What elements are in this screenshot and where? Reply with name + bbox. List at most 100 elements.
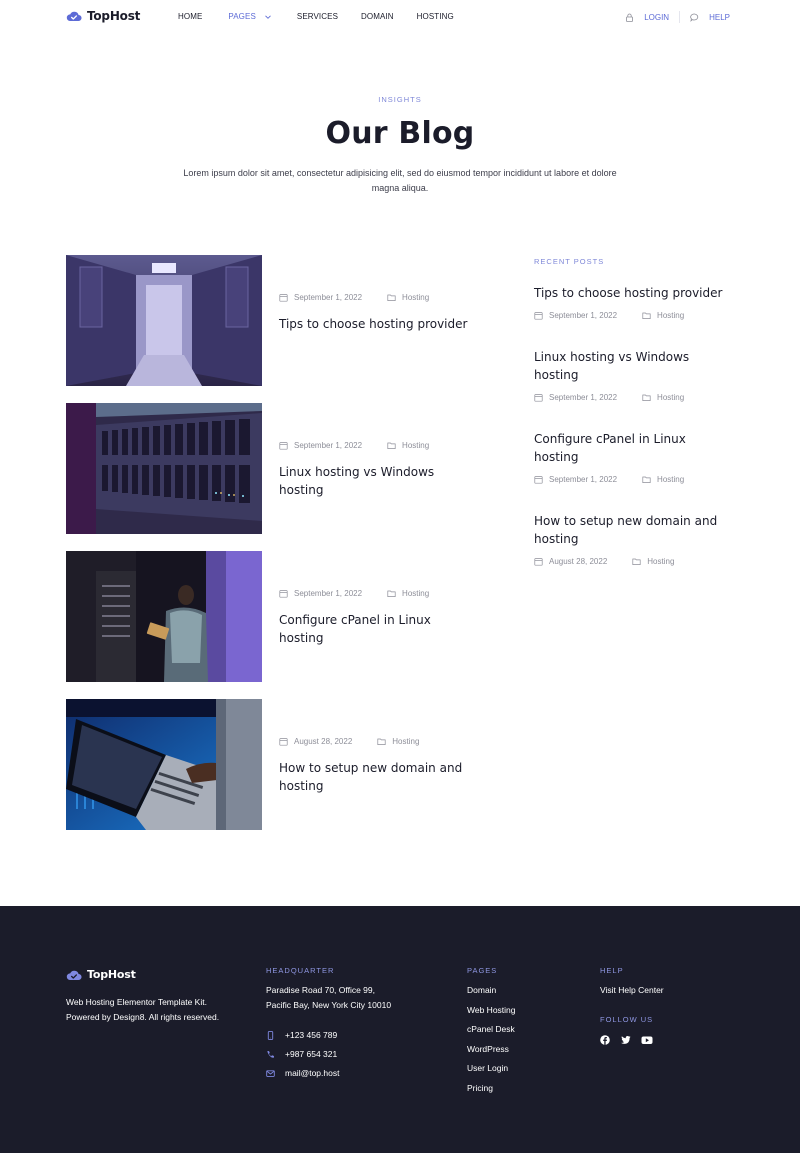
phone-icon [267,1050,274,1058]
phone-2: +987 654 321 [285,1049,338,1059]
recent-post-date: September 1, 2022 [549,311,618,320]
recent-post-category-link[interactable]: Hosting [642,475,684,484]
nav-hosting[interactable]: HOSTING [417,12,454,21]
calendar-icon [534,312,543,320]
calendar-icon [534,394,543,402]
folder-icon [387,590,396,597]
footer-brand-name: TopHost [87,968,136,981]
footer-link-user-login[interactable]: User Login [467,1063,508,1073]
post-category: Hosting [402,293,430,302]
site-header: TopHost HOME PAGES SERVICES DOMAIN HOSTI… [0,0,800,36]
blog-post-card: September 1, 2022 Hosting Linux hosting … [66,403,486,534]
phone-link-2[interactable]: +987 654 321 [266,1049,337,1059]
login-link[interactable]: LOGIN [625,13,669,22]
recent-post-category-link[interactable]: Hosting [642,311,684,320]
help-link[interactable]: HELP [690,13,730,22]
calendar-icon [534,476,543,484]
help-label: HELP [709,12,730,22]
cloud-check-icon [66,970,82,980]
main-nav: HOME PAGES SERVICES DOMAIN HOSTING [178,12,454,21]
calendar-icon [279,738,288,746]
page-lead: Lorem ipsum dolor sit amet, consectetur … [183,168,617,193]
footer-logo[interactable]: TopHost [66,968,136,981]
nav-hosting-label: HOSTING [416,12,454,21]
footer-link-cpanel-desk[interactable]: cPanel Desk [467,1024,515,1034]
laptop-datacenter-image [66,699,262,830]
recent-post-meta: September 1, 2022 Hosting [534,311,734,320]
header-divider [679,11,681,23]
page-title: Our Blog [325,116,475,151]
post-date: August 28, 2022 [294,737,353,746]
cloud-check-icon [66,11,82,22]
help-heading: HELP [600,966,624,975]
youtube-link[interactable] [641,1032,653,1050]
recent-post-title[interactable]: Linux hosting vs Windows hosting [534,350,689,382]
facebook-icon [600,1035,610,1045]
nav-domain[interactable]: DOMAIN [361,12,394,21]
post-title[interactable]: Configure cPanel in Linux hosting [279,611,479,647]
nav-pages-label: PAGES [228,12,256,21]
twitter-icon [621,1036,631,1044]
recent-post-meta: September 1, 2022 Hosting [534,475,734,484]
chat-bubble-icon [690,13,699,22]
nav-services[interactable]: SERVICES [297,12,338,21]
post-thumbnail[interactable] [66,551,262,682]
post-thumbnail[interactable] [66,699,262,830]
post-thumbnail[interactable] [66,403,262,534]
post-meta: September 1, 2022 Hosting [279,441,429,450]
recent-post-title[interactable]: Configure cPanel in Linux hosting [534,432,686,464]
folder-icon [387,294,396,301]
footer-link-web-hosting[interactable]: Web Hosting [467,1005,516,1015]
post-category-link[interactable]: Hosting [377,737,419,746]
recent-post-category: Hosting [647,557,675,566]
post-title[interactable]: How to setup new domain and hosting [279,759,479,795]
nav-home[interactable]: HOME [178,12,202,21]
site-footer: TopHost Web Hosting Elementor Template K… [0,906,800,1153]
recent-post-item: Configure cPanel in Linux hosting Septem… [534,430,734,484]
nav-home-label: HOME [178,12,203,21]
recent-post-meta: September 1, 2022 Hosting [534,393,734,402]
post-title[interactable]: Tips to choose hosting provider [279,315,479,333]
nav-pages[interactable]: PAGES [228,12,271,21]
facebook-link[interactable] [600,1032,610,1050]
calendar-icon [279,294,288,302]
address-line-1: Paradise Road 70, Office 99, [266,985,375,995]
post-thumbnail[interactable] [66,255,262,386]
recent-post-title[interactable]: How to setup new domain and hosting [534,514,717,546]
post-meta: September 1, 2022 Hosting [279,589,429,598]
phone-link-1[interactable]: +123 456 789 [266,1030,337,1040]
folder-icon [632,558,641,565]
folder-icon [642,394,651,401]
email: mail@top.host [285,1068,340,1078]
footer-link-pricing[interactable]: Pricing [467,1083,493,1093]
help-center-link[interactable]: Visit Help Center [600,983,664,998]
nav-domain-label: DOMAIN [361,12,394,21]
post-date: September 1, 2022 [294,293,363,302]
recent-post-date: September 1, 2022 [549,393,618,402]
recent-post-category-link[interactable]: Hosting [632,557,674,566]
recent-posts-heading: RECENT POSTS [534,257,605,266]
post-title[interactable]: Linux hosting vs Windows hosting [279,463,479,499]
pages-heading: PAGES [467,966,498,975]
login-label: LOGIN [644,12,670,22]
recent-post-item: How to setup new domain and hosting Augu… [534,512,734,566]
email-link[interactable]: mail@top.host [266,1068,339,1078]
brand-name: TopHost [87,9,141,23]
footer-pages-list: Domain Web Hosting cPanel Desk WordPress… [467,985,516,1102]
footer-link-domain[interactable]: Domain [467,985,496,995]
chevron-down-icon [265,14,271,19]
recent-post-title[interactable]: Tips to choose hosting provider [534,286,722,300]
recent-post-item: Tips to choose hosting provider Septembe… [534,284,734,320]
folder-icon [377,738,386,745]
recent-post-category-link[interactable]: Hosting [642,393,684,402]
site-logo[interactable]: TopHost [66,9,140,23]
post-category-link[interactable]: Hosting [387,441,429,450]
folder-icon [387,442,396,449]
post-category-link[interactable]: Hosting [387,293,429,302]
follow-us-heading: FOLLOW US [600,1015,654,1024]
post-meta: September 1, 2022 Hosting [279,293,429,302]
twitter-link[interactable] [620,1032,631,1050]
recent-post-item: Linux hosting vs Windows hosting Septemb… [534,348,734,402]
post-category-link[interactable]: Hosting [387,589,429,598]
footer-link-wordpress[interactable]: WordPress [467,1044,509,1054]
